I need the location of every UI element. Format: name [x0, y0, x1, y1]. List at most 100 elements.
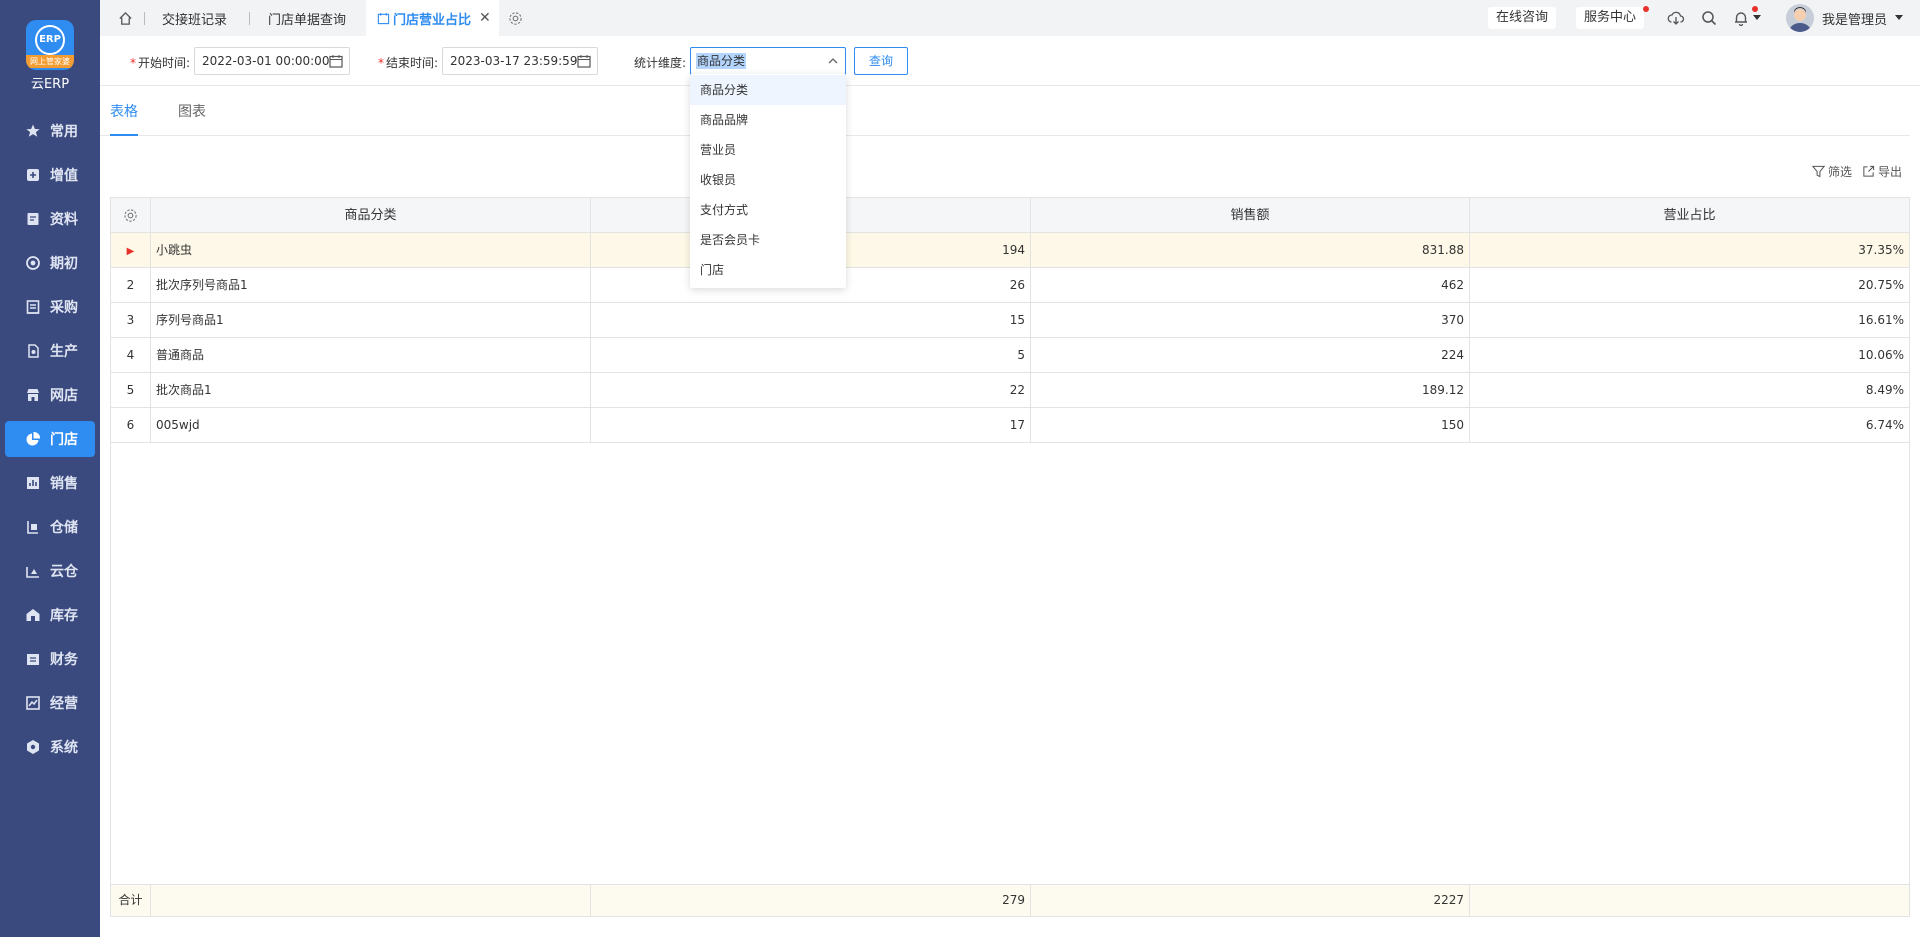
gear-icon[interactable]	[506, 9, 524, 27]
table-row[interactable]: 2 批次序列号商品1 26 462 20.75%	[111, 268, 1909, 303]
tab-store-revenue-share[interactable]: 门店营业占比 ✕	[366, 0, 499, 36]
tab-chart[interactable]: 图表	[178, 101, 206, 136]
column-header[interactable]: 营业占比	[1470, 198, 1909, 233]
sidebar-item[interactable]: 销售	[5, 465, 95, 501]
user-menu-caret-icon[interactable]	[1894, 9, 1904, 27]
gear-icon[interactable]	[123, 208, 138, 223]
export-icon	[1863, 165, 1875, 177]
sidebar-item-label: 系统	[50, 740, 78, 756]
dimension-select-value: 商品分类	[696, 53, 747, 69]
sidebar-item[interactable]: 网店	[5, 377, 95, 413]
sidebar-item-label: 销售	[50, 476, 78, 492]
tab-label: 交接班记录	[162, 12, 228, 28]
filter-button[interactable]: 筛选	[1812, 163, 1852, 180]
user-name[interactable]: 我是管理员	[1822, 9, 1887, 28]
sidebar-item[interactable]: 常用	[5, 113, 95, 149]
sidebar-item[interactable]: 增值	[5, 157, 95, 193]
cloud-download-icon[interactable]	[1667, 9, 1685, 27]
sidebar-item[interactable]: 资料	[5, 201, 95, 237]
dropdown-option[interactable]: 收银员	[690, 165, 846, 195]
bar-chart-icon	[25, 475, 41, 491]
table-row[interactable]: 5 批次商品1 22 189.12 8.49%	[111, 373, 1909, 408]
dimension-dropdown: 商品分类 商品品牌 营业员 收银员 支付方式 是否会员卡 门店	[690, 74, 846, 288]
dropdown-option[interactable]: 门店	[690, 255, 846, 285]
start-time-label-text: 开始时间:	[138, 56, 191, 70]
end-time-label: * 结束时间:	[378, 56, 439, 70]
row-ratio: 8.49%	[1865, 383, 1904, 397]
sidebar-item-label: 资料	[50, 212, 78, 228]
row-qty: 5	[591, 338, 1031, 373]
row-index: 2	[111, 268, 151, 303]
end-time-value: 2023-03-17 23:59:59	[450, 54, 578, 68]
export-button[interactable]: 导出	[1862, 163, 1902, 180]
calendar-icon[interactable]	[577, 54, 591, 68]
bell-dropdown-caret-icon[interactable]	[1752, 9, 1762, 27]
row-index: ▶	[111, 233, 151, 268]
table-row[interactable]: 4 普通商品 5 224 10.06%	[111, 338, 1909, 373]
close-icon[interactable]: ✕	[479, 10, 491, 26]
sidebar-item[interactable]: 云仓	[5, 553, 95, 589]
footer-empty-cell	[151, 885, 591, 916]
pie-icon	[25, 431, 41, 447]
row-category: 小跳虫	[151, 233, 591, 268]
table-row[interactable]: ▶ 小跳虫 194 831.88 37.35%	[111, 233, 1909, 268]
star-icon	[25, 123, 41, 139]
dimension-select[interactable]: 商品分类	[690, 47, 846, 75]
sidebar-item[interactable]: 经营	[5, 685, 95, 721]
avatar[interactable]	[1786, 4, 1814, 32]
footer-empty-cell	[1470, 885, 1909, 916]
sidebar-item[interactable]: 库存	[5, 597, 95, 633]
filter-icon	[1812, 165, 1825, 178]
sidebar-item[interactable]: 财务	[5, 641, 95, 677]
service-center-label: 服务中心	[1584, 10, 1637, 25]
sidebar-item[interactable]: 生产	[5, 333, 95, 369]
online-consult-button[interactable]: 在线咨询	[1488, 7, 1557, 29]
table-row[interactable]: 3 序列号商品1 15 370 16.61%	[111, 303, 1909, 338]
calendar-icon[interactable]	[329, 54, 343, 68]
sidebar-item[interactable]: 期初	[5, 245, 95, 281]
inventory-icon	[25, 607, 41, 623]
top-bar: 交接班记录 门店单据查询 门店营业占比 ✕ 在线咨询 服务中心 我是管理员	[100, 0, 1920, 36]
column-header[interactable]: 销售额	[1031, 198, 1470, 233]
tab-shift-records[interactable]: 交接班记录	[162, 0, 227, 36]
filter-label: 筛选	[1828, 165, 1853, 179]
sidebar-item-label: 仓储	[50, 520, 78, 536]
end-time-input[interactable]: 2023-03-17 23:59:59	[442, 47, 598, 75]
settings-icon	[25, 739, 41, 755]
production-icon	[25, 343, 41, 359]
column-settings[interactable]	[111, 198, 151, 233]
search-icon[interactable]	[1700, 9, 1718, 27]
tab-store-doc-query[interactable]: 门店单据查询	[268, 0, 346, 36]
purchase-icon	[25, 299, 41, 315]
table-row[interactable]: 6 005wjd 17 150 6.74%	[111, 408, 1909, 443]
dropdown-option[interactable]: 是否会员卡	[690, 225, 846, 255]
sidebar-item-label: 云仓	[50, 564, 78, 580]
table-footer: 合计 279 2227	[111, 884, 1909, 916]
start-time-input[interactable]: 2022-03-01 00:00:00	[194, 47, 350, 75]
sidebar-item[interactable]: 采购	[5, 289, 95, 325]
query-button-label: 查询	[868, 54, 893, 68]
logo-ribbon-text: 网上管家婆	[26, 55, 74, 68]
row-pointer-icon: ▶	[126, 246, 135, 257]
logo-badge: ERP 网上管家婆	[26, 20, 74, 70]
home-icon[interactable]	[116, 9, 134, 27]
service-center-button[interactable]: 服务中心	[1576, 7, 1645, 29]
plus-square-icon	[25, 167, 41, 183]
dropdown-option[interactable]: 商品分类	[690, 75, 846, 105]
view-tabs: 表格 图表	[100, 86, 1910, 136]
calendar-tab-icon	[377, 12, 390, 24]
app-logo[interactable]: ERP 网上管家婆 云ERP	[0, 20, 100, 96]
filter-bar: * 开始时间: 2022-03-01 00:00:00 * 结束时间: 2023-0…	[100, 36, 1920, 86]
dropdown-option[interactable]: 营业员	[690, 135, 846, 165]
bell-icon[interactable]	[1732, 9, 1750, 27]
dropdown-option[interactable]: 支付方式	[690, 195, 846, 225]
sidebar-item[interactable]: 仓储	[5, 509, 95, 545]
sidebar-item[interactable]: 门店	[5, 421, 95, 457]
query-button[interactable]: 查询	[854, 47, 908, 75]
tab-label: 门店单据查询	[268, 12, 347, 28]
dropdown-option[interactable]: 商品品牌	[690, 105, 846, 135]
tab-table[interactable]: 表格	[110, 101, 138, 136]
sidebar-item[interactable]: 系统	[5, 729, 95, 765]
column-header[interactable]: 商品分类	[151, 198, 591, 233]
sidebar-item-label: 网店	[50, 388, 78, 404]
